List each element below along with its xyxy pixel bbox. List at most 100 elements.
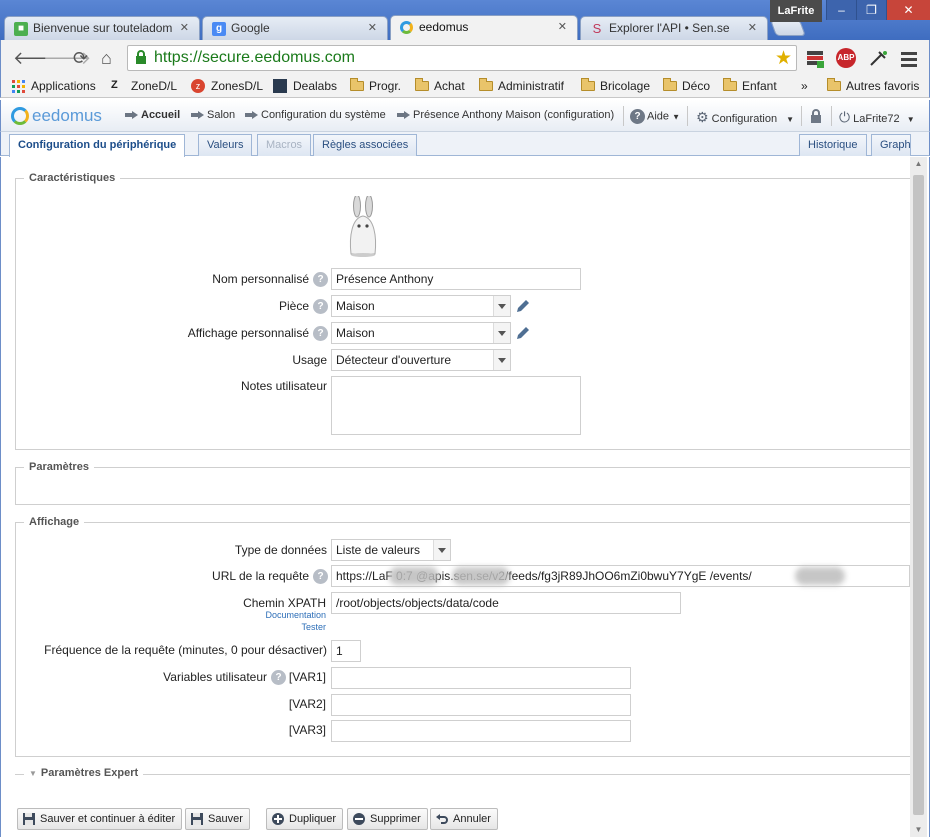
duplicate-button[interactable]: Dupliquer — [266, 808, 344, 830]
pencil-edit-icon[interactable] — [515, 298, 531, 314]
gear-icon: ⚙ — [696, 109, 709, 125]
new-tab-button[interactable] — [770, 20, 806, 36]
help-menu[interactable]: ? Aide ▼ — [630, 109, 680, 124]
minus-circle-icon — [353, 813, 365, 825]
data-type-select[interactable]: Liste de valeurs — [331, 539, 451, 561]
scroll-down-icon[interactable]: ▼ — [910, 823, 927, 837]
bookmark-star-icon[interactable]: ★ — [775, 47, 792, 70]
bookmark-zonedl[interactable]: Z ZoneD/L — [111, 79, 177, 93]
delete-button[interactable]: Supprimer — [347, 808, 428, 830]
browser-tab-touteladom[interactable]: ■ Bienvenue sur touteladom ✕ — [4, 16, 200, 40]
help-icon[interactable]: ? — [313, 299, 328, 315]
browser-tab-google[interactable]: g Google ✕ — [202, 16, 388, 40]
adblock-icon[interactable]: ABP — [836, 48, 856, 68]
lock-button[interactable] — [810, 109, 822, 126]
var2-input[interactable] — [331, 694, 631, 716]
button-label: Sauver et continuer à éditer — [40, 813, 176, 825]
bookmark-folder-achat[interactable]: Achat — [414, 78, 465, 93]
user-menu[interactable]: ⏻ LaFrite72 ▼ — [839, 109, 915, 126]
help-icon[interactable]: ? — [313, 569, 328, 585]
zone-icon: Z — [111, 79, 118, 91]
notes-textarea[interactable] — [331, 376, 581, 435]
usage-select[interactable]: Détecteur d'ouverture — [331, 349, 511, 371]
chevron-overflow-icon: » — [801, 79, 808, 93]
scroll-up-icon[interactable]: ▲ — [910, 157, 927, 171]
close-tab-icon[interactable]: ✕ — [368, 21, 377, 34]
browser-tab-sense[interactable]: S Explorer l'API • Sen.se ✕ — [580, 16, 768, 40]
arrow-right-icon — [125, 111, 138, 119]
close-tab-icon[interactable]: ✕ — [180, 21, 189, 34]
browser-toolbar: 🡐 🡒 ⟳ ⌂ https://secure.eedomus.com ★ ABP — [0, 40, 930, 76]
close-tab-icon[interactable]: ✕ — [748, 21, 757, 34]
address-bar[interactable]: https://secure.eedomus.com ★ — [127, 45, 797, 71]
breadcrumb-salon[interactable]: Salon — [191, 109, 235, 121]
bookmark-dealabs[interactable]: Dealabs — [273, 79, 337, 93]
reload-icon[interactable]: ⟳ — [73, 48, 88, 69]
minimize-icon[interactable]: – — [826, 0, 856, 20]
breadcrumb-configuration-systeme[interactable]: Configuration du système — [245, 109, 386, 121]
user-vars-label-row: Variables utilisateur? — [120, 670, 286, 686]
help-icon[interactable]: ? — [313, 272, 328, 288]
dropdown-arrow-icon — [493, 350, 510, 370]
dropdown-arrow-icon — [493, 296, 510, 316]
breadcrumb-accueil[interactable]: Accueil — [125, 109, 180, 121]
home-icon[interactable]: ⌂ — [101, 48, 112, 69]
bookmark-folder-deco[interactable]: Déco — [662, 78, 711, 93]
eedomus-icon — [400, 21, 413, 34]
xpath-input[interactable]: /root/objects/objects/data/code — [331, 592, 681, 614]
close-window-icon[interactable]: ✕ — [886, 0, 930, 20]
tab-graph[interactable]: Graph — [871, 134, 911, 156]
tester-link[interactable]: Tester — [200, 622, 326, 632]
user-vars-label: Variables utilisateur — [163, 670, 267, 684]
var1-input[interactable] — [331, 667, 631, 689]
save-button[interactable]: Sauver — [185, 808, 250, 830]
url-label-row: URL de la requête? — [150, 569, 328, 585]
chrome-menu-icon[interactable] — [901, 52, 917, 70]
scroll-thumb[interactable] — [913, 175, 924, 815]
eedomus-ring-icon — [11, 107, 29, 125]
button-label: Dupliquer — [289, 813, 337, 825]
close-tab-icon[interactable]: ✕ — [558, 20, 567, 33]
bookmarks-overflow[interactable]: » — [783, 79, 808, 93]
separator — [623, 106, 624, 126]
frequency-input[interactable]: 1 — [331, 640, 361, 662]
bookmark-folder-bricolage[interactable]: Bricolage — [580, 78, 650, 93]
bookmark-folder-enfant[interactable]: Enfant — [722, 78, 777, 93]
maximize-icon[interactable]: ❐ — [856, 0, 886, 20]
cancel-button[interactable]: Annuler — [430, 808, 498, 830]
profile-badge[interactable]: LaFrite — [770, 0, 822, 22]
browser-tab-eedomus[interactable]: eedomus ✕ — [390, 15, 578, 40]
tab-configuration-peripherique[interactable]: Configuration du périphérique — [9, 134, 186, 157]
bookmark-label: Déco — [682, 79, 711, 93]
configuration-menu[interactable]: ⚙ Configuration ▼ — [696, 109, 794, 126]
plus-circle-icon — [272, 813, 284, 825]
documentation-link[interactable]: Documentation — [200, 610, 326, 620]
var3-input[interactable] — [331, 720, 631, 742]
name-input[interactable]: Présence Anthony — [331, 268, 581, 290]
page-scrollbar[interactable]: ▲ ▼ — [910, 157, 927, 837]
tab-regles-associees[interactable]: Règles associées — [313, 134, 418, 156]
help-icon[interactable]: ? — [313, 326, 328, 342]
dealabs-icon — [273, 79, 287, 93]
expert-toggle[interactable]: ▼ Paramètres Expert — [24, 767, 144, 779]
room-select[interactable]: Maison — [331, 295, 511, 317]
bookmark-folder-progr[interactable]: Progr. — [349, 78, 401, 93]
eedomus-header: eedomus Accueil Salon Configuration du s… — [0, 100, 930, 132]
bookmark-label: Administratif — [498, 79, 565, 93]
extension-tool-icon[interactable] — [869, 48, 889, 68]
tab-historique[interactable]: Historique — [799, 134, 867, 156]
window-controls: – ❐ ✕ — [826, 0, 930, 20]
save-continue-button[interactable]: Sauver et continuer à éditer — [17, 808, 183, 830]
bookmark-applications[interactable]: Applications — [11, 79, 96, 93]
bookmark-folder-administratif[interactable]: Administratif — [478, 78, 565, 93]
bookmark-zonesdl[interactable]: z ZonesD/L — [191, 79, 263, 93]
notes-label: Notes utilisateur — [240, 379, 327, 393]
pencil-edit-icon[interactable] — [515, 325, 531, 341]
tab-valeurs[interactable]: Valeurs — [198, 134, 253, 156]
display-select[interactable]: Maison — [331, 322, 511, 344]
extension-stack-icon[interactable] — [805, 48, 825, 68]
help-icon: ? — [630, 109, 645, 124]
var1-label: [VAR1] — [288, 670, 326, 684]
google-icon: g — [212, 22, 226, 36]
bookmark-folder-autres[interactable]: Autres favoris — [826, 78, 919, 93]
